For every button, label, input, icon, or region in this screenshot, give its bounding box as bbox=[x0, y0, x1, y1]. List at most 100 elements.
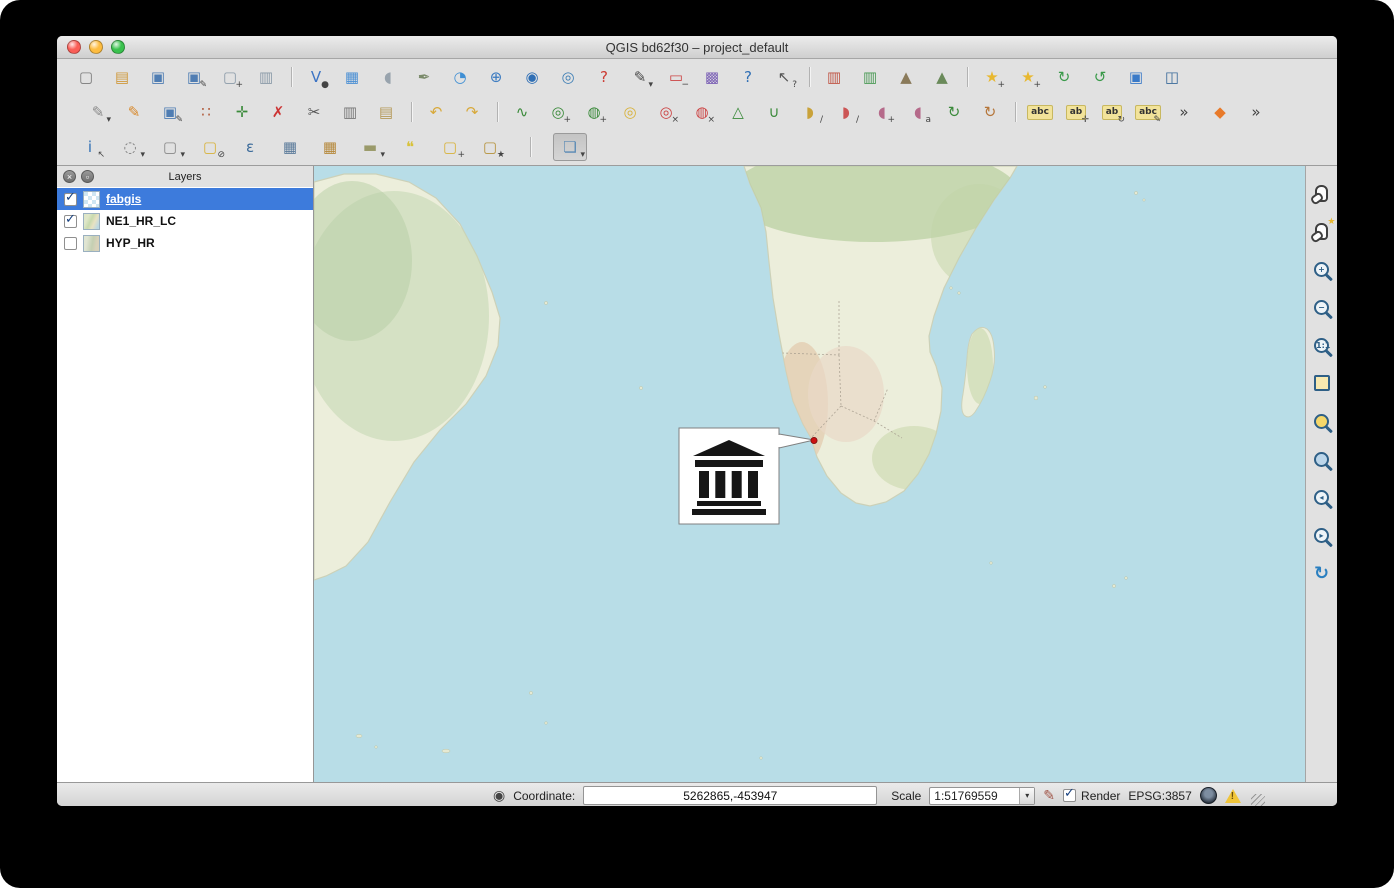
zoom-last-icon[interactable]: ◂ bbox=[1309, 484, 1335, 510]
coordinate-input[interactable] bbox=[583, 786, 877, 805]
split-parts-icon[interactable]: ◗ / bbox=[831, 98, 861, 126]
db-manager-icon[interactable]: ◫ bbox=[1157, 63, 1187, 91]
plugin-grid-icon[interactable]: ▩ bbox=[697, 63, 727, 91]
move-feature-icon[interactable]: ✛ bbox=[227, 98, 257, 126]
add-postgis-layer-icon[interactable]: ◖ bbox=[373, 63, 403, 91]
layer-visibility-checkbox[interactable] bbox=[64, 193, 77, 206]
zoom-to-selection-icon[interactable] bbox=[1309, 408, 1335, 434]
map-marker-point[interactable] bbox=[811, 437, 817, 443]
help-contents-icon[interactable]: ? bbox=[733, 63, 763, 91]
pan-to-selection-icon[interactable] bbox=[1309, 218, 1335, 244]
identify-features-icon[interactable]: i ↖ bbox=[73, 133, 107, 161]
render-checkbox[interactable] bbox=[1063, 789, 1076, 802]
delete-selected-icon[interactable]: ✗ bbox=[263, 98, 293, 126]
composer-manager-icon[interactable]: ▥ bbox=[251, 63, 281, 91]
add-part-icon[interactable]: ◍ + bbox=[579, 98, 609, 126]
merge-attributes-icon[interactable]: ◖ a bbox=[903, 98, 933, 126]
delete-part-icon[interactable]: ◍ × bbox=[687, 98, 717, 126]
stop-rendering-icon[interactable]: ✎ bbox=[1043, 789, 1055, 803]
add-ring-icon[interactable]: ◎ + bbox=[543, 98, 573, 126]
rotate-point-symbols-icon[interactable]: ↻ bbox=[975, 98, 1005, 126]
layer-visibility-checkbox[interactable] bbox=[64, 215, 77, 228]
rotate-feature-icon[interactable]: ↻ bbox=[939, 98, 969, 126]
redo-icon[interactable]: ↷ bbox=[457, 98, 487, 126]
add-delimited-text-layer-icon[interactable]: ◎ bbox=[553, 63, 583, 91]
split-features-icon[interactable]: ◗ / bbox=[795, 98, 825, 126]
zoom-to-layer-icon[interactable] bbox=[1309, 446, 1335, 472]
add-wms-layer-icon[interactable]: ◔ bbox=[445, 63, 475, 91]
map-window-plugin-icon[interactable]: ▣ bbox=[1121, 63, 1151, 91]
run-query-icon[interactable]: ? bbox=[589, 63, 619, 91]
select-tool-icon[interactable]: ◌ ▾ bbox=[113, 133, 147, 161]
field-calculator-icon[interactable]: ▦ bbox=[313, 133, 347, 161]
local-histogram-stretch-icon[interactable]: ▥ bbox=[819, 63, 849, 91]
copy-features-icon[interactable]: ▥ bbox=[335, 98, 365, 126]
select-by-expression-icon[interactable]: ε bbox=[233, 133, 267, 161]
panel-float-icon[interactable]: ▫ bbox=[81, 170, 94, 183]
layer-labeling-icon[interactable]: abc bbox=[1025, 98, 1055, 126]
new-bookmark-icon[interactable]: ▢ + bbox=[433, 133, 467, 161]
titlebar[interactable]: QGIS bd62f30 – project_default bbox=[57, 36, 1337, 59]
open-project-icon[interactable]: ▤ bbox=[107, 63, 137, 91]
layer-row[interactable]: NE1_HR_LC bbox=[57, 210, 313, 232]
new-print-composer-icon[interactable]: ▢ + bbox=[215, 63, 245, 91]
plugin-pin-icon[interactable]: ◆ bbox=[1205, 98, 1235, 126]
select-rectangle-icon[interactable]: ▢ ▾ bbox=[153, 133, 187, 161]
add-spatialite-layer-icon[interactable]: ✒ bbox=[409, 63, 439, 91]
measure-line-icon[interactable]: ▬ ▾ bbox=[353, 133, 387, 161]
offset-curve-icon[interactable]: ∪ bbox=[759, 98, 789, 126]
move-label-icon[interactable]: ab ✛ bbox=[1061, 98, 1091, 126]
annotation-pen-icon[interactable]: ✎ ▾ bbox=[625, 63, 655, 91]
remove-layer-icon[interactable]: ▭ − bbox=[661, 63, 691, 91]
add-wcs-layer-icon[interactable]: ⊕ bbox=[481, 63, 511, 91]
combo-dropdown-icon[interactable]: ▾ bbox=[1019, 788, 1034, 804]
save-project-as-icon[interactable]: ▣ ✎ bbox=[179, 63, 209, 91]
delete-ring-icon[interactable]: ◎ × bbox=[651, 98, 681, 126]
panel-close-icon[interactable]: × bbox=[63, 170, 76, 183]
add-raster-layer-icon[interactable]: ▦ bbox=[337, 63, 367, 91]
layer-row[interactable]: HYP_HR bbox=[57, 232, 313, 254]
layer-visibility-checkbox[interactable] bbox=[64, 237, 77, 250]
cut-features-icon[interactable]: ✂ bbox=[299, 98, 329, 126]
simplify-feature-icon[interactable]: ∿ bbox=[507, 98, 537, 126]
scale-combobox[interactable]: 1:51769559 ▾ bbox=[929, 787, 1035, 805]
zoom-full-icon[interactable] bbox=[1309, 370, 1335, 396]
save-project-icon[interactable]: ▣ bbox=[143, 63, 173, 91]
circular-arrows-icon-2[interactable]: ↺ bbox=[1085, 63, 1115, 91]
plugin-star-icon-1[interactable]: ★ + bbox=[977, 63, 1007, 91]
zoom-in-icon[interactable]: + bbox=[1309, 256, 1335, 282]
reshape-features-icon[interactable]: △ bbox=[723, 98, 753, 126]
node-tool-icon[interactable]: ∷ bbox=[191, 98, 221, 126]
attribute-table-icon[interactable]: ▦ bbox=[273, 133, 307, 161]
text-annotation-icon[interactable]: ❏ ▾ bbox=[553, 133, 587, 161]
full-histogram-stretch-icon[interactable]: ▥ bbox=[855, 63, 885, 91]
rotate-label-icon[interactable]: ab ↻ bbox=[1097, 98, 1127, 126]
add-wfs-layer-icon[interactable]: ◉ bbox=[517, 63, 547, 91]
fill-ring-icon[interactable]: ◎ bbox=[615, 98, 645, 126]
resize-grip[interactable] bbox=[1251, 794, 1265, 806]
refresh-icon[interactable]: ↻ bbox=[1309, 560, 1335, 586]
current-edits-icon[interactable]: ✎ ▾ bbox=[83, 98, 113, 126]
change-label-icon[interactable]: abc ✎ bbox=[1133, 98, 1163, 126]
touch-pan-icon[interactable] bbox=[1309, 180, 1335, 206]
zoom-native-icon[interactable]: 1:1 bbox=[1309, 332, 1335, 358]
message-log-icon[interactable] bbox=[1225, 789, 1241, 803]
paste-features-icon[interactable]: ▤ bbox=[371, 98, 401, 126]
circular-arrows-icon-1[interactable]: ↻ bbox=[1049, 63, 1079, 91]
layer-row[interactable]: fabgis bbox=[57, 188, 313, 210]
save-layer-edits-icon[interactable]: ▣ ✎ bbox=[155, 98, 185, 126]
extent-toggle-icon[interactable]: ◉ bbox=[493, 789, 505, 803]
toolbar-overflow-icon-1[interactable]: » bbox=[1169, 98, 1199, 126]
local-cumulative-stretch-icon[interactable]: ▲ bbox=[891, 63, 921, 91]
toggle-editing-icon[interactable]: ✎ bbox=[119, 98, 149, 126]
whats-this-icon[interactable]: ↖ ? bbox=[769, 63, 799, 91]
zoom-next-icon[interactable]: ▸ bbox=[1309, 522, 1335, 548]
full-cumulative-stretch-icon[interactable]: ▲ bbox=[927, 63, 957, 91]
deselect-all-icon[interactable]: ▢ ⊘ bbox=[193, 133, 227, 161]
plugin-star-icon-2[interactable]: ★ + bbox=[1013, 63, 1043, 91]
map-tips-icon[interactable]: ❝ bbox=[393, 133, 427, 161]
crs-status-icon[interactable] bbox=[1200, 787, 1217, 804]
map-canvas[interactable] bbox=[314, 166, 1305, 782]
toolbar-overflow-icon-2[interactable]: » bbox=[1241, 98, 1271, 126]
show-bookmarks-icon[interactable]: ▢ ★ bbox=[473, 133, 507, 161]
